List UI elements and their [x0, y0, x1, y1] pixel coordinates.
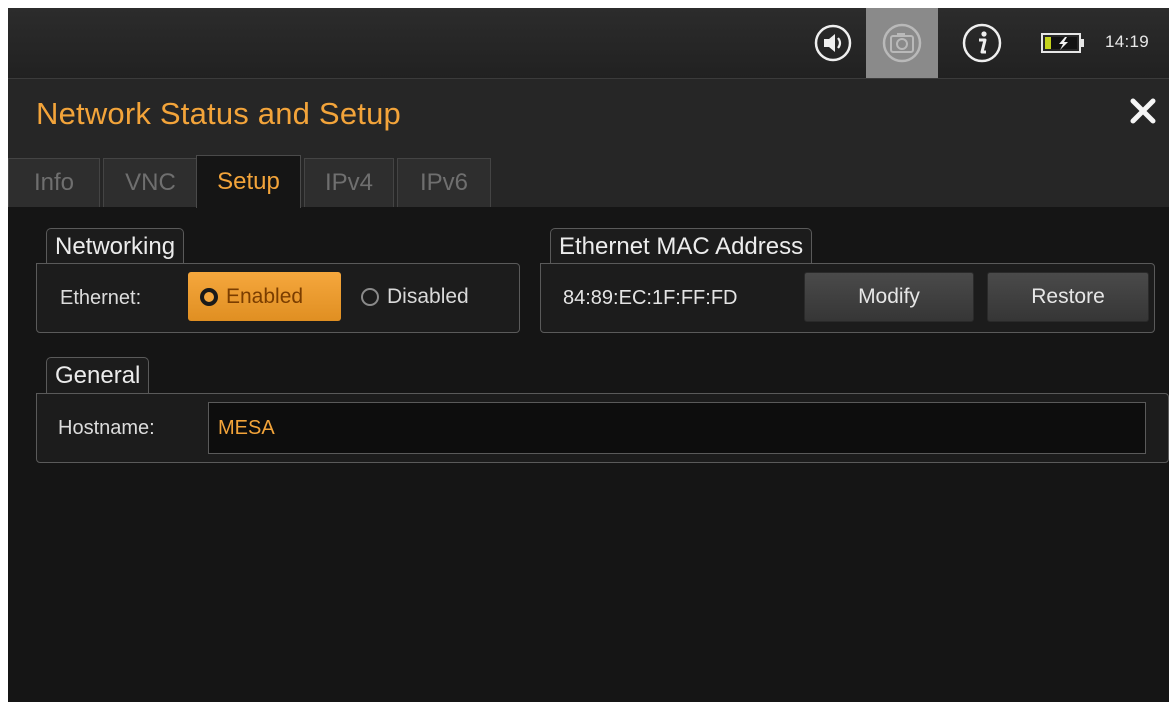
mac-address-value: 84:89:EC:1F:FF:FD — [563, 287, 738, 309]
general-group: Hostname: MESA — [36, 393, 1169, 463]
info-button[interactable] — [952, 8, 1012, 78]
general-group-title: General — [46, 357, 150, 393]
tab-info[interactable]: Info — [8, 158, 100, 207]
mac-group: 84:89:EC:1F:FF:FD Modify Restore — [540, 263, 1155, 333]
modify-button[interactable]: Modify — [804, 272, 974, 322]
hostname-input[interactable]: MESA — [208, 402, 1146, 454]
volume-icon — [814, 24, 852, 62]
ethernet-disabled-radio[interactable]: Disabled — [353, 272, 513, 321]
radio-selected-icon — [200, 287, 218, 306]
networking-group: Ethernet: Enabled Disabled — [36, 263, 520, 333]
disabled-label: Disabled — [387, 284, 469, 308]
info-icon — [962, 23, 1002, 63]
camera-icon — [882, 23, 922, 63]
battery-indicator — [1034, 8, 1094, 78]
page-title: Network Status and Setup — [36, 96, 401, 131]
title-bar: Network Status and Setup — [8, 79, 1169, 139]
mac-group-title: Ethernet MAC Address — [550, 228, 813, 264]
networking-group-title: Networking — [46, 228, 185, 264]
status-bar: 14:19 — [8, 8, 1169, 79]
clock-time: 14:19 — [1105, 32, 1150, 51]
battery-charging-icon — [1041, 33, 1084, 53]
hostname-label: Hostname: — [58, 417, 155, 439]
tab-ipv4[interactable]: IPv4 — [304, 158, 394, 207]
ethernet-enabled-radio[interactable]: Enabled — [188, 272, 341, 321]
restore-button[interactable]: Restore — [987, 272, 1149, 322]
tab-vnc[interactable]: VNC — [103, 158, 198, 207]
close-icon — [1130, 98, 1156, 124]
enabled-label: Enabled — [226, 284, 304, 308]
tab-ipv6[interactable]: IPv6 — [397, 158, 491, 207]
ethernet-label: Ethernet: — [60, 287, 142, 309]
close-button[interactable] — [1126, 94, 1160, 128]
tab-setup[interactable]: Setup — [196, 155, 301, 208]
device-screen: 14:19 Network Status and Setup Info VNC … — [8, 8, 1169, 702]
camera-button[interactable] — [866, 8, 938, 78]
volume-button[interactable] — [805, 8, 861, 78]
radio-unselected-icon — [361, 287, 379, 306]
tab-bar: Info VNC Setup IPv4 IPv6 — [8, 139, 1169, 208]
